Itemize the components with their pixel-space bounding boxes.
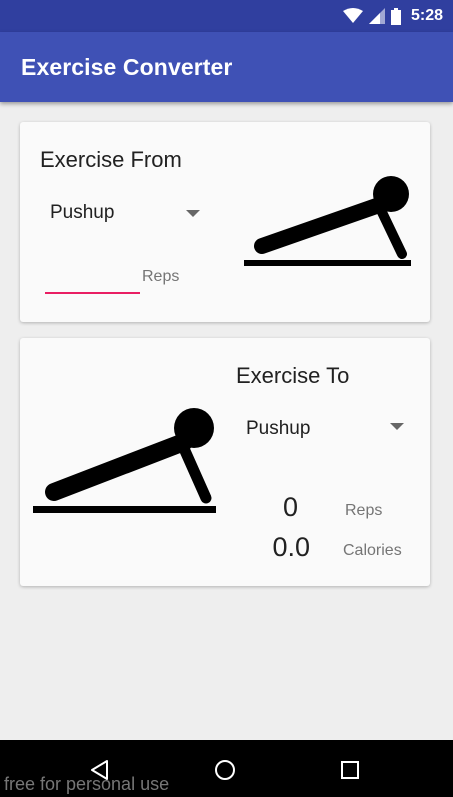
status-bar: 5:28 <box>0 0 453 32</box>
exercise-from-spinner[interactable]: Pushup <box>50 198 202 228</box>
recents-icon[interactable] <box>338 758 362 782</box>
dropdown-arrow-icon <box>390 423 404 430</box>
battery-icon <box>390 7 401 25</box>
exercise-to-spinner[interactable]: Pushup <box>246 414 406 444</box>
reps-input-label: Reps <box>142 268 180 285</box>
app-title: Exercise Converter <box>21 54 233 80</box>
exercise-to-card: Exercise To Pushup 0 Reps 0.0 Calories <box>20 338 430 586</box>
reps-result: 0 <box>282 492 298 522</box>
home-icon[interactable] <box>213 758 237 782</box>
reps-input[interactable] <box>45 270 140 294</box>
calories-result-label: Calories <box>343 542 402 559</box>
watermark: free for personal use <box>4 774 170 794</box>
app-bar: Exercise Converter <box>0 32 453 102</box>
exercise-from-card: Exercise From Pushup Reps <box>20 122 430 322</box>
reps-result-label: Reps <box>345 502 383 519</box>
exercise-from-spinner-value: Pushup <box>50 202 115 223</box>
wifi-icon <box>342 8 363 23</box>
exercise-from-heading: Exercise From <box>40 147 182 172</box>
dropdown-arrow-icon <box>186 210 200 217</box>
status-time: 5:28 <box>410 7 443 24</box>
signal-icon <box>368 8 385 24</box>
exercise-to-spinner-value: Pushup <box>246 418 311 439</box>
pushup-figure-icon <box>244 176 411 266</box>
status-icons: 5:28 <box>342 6 443 26</box>
pushup-figure-icon <box>33 408 216 513</box>
calories-result: 0.0 <box>272 532 310 562</box>
exercise-to-heading: Exercise To <box>236 363 350 388</box>
